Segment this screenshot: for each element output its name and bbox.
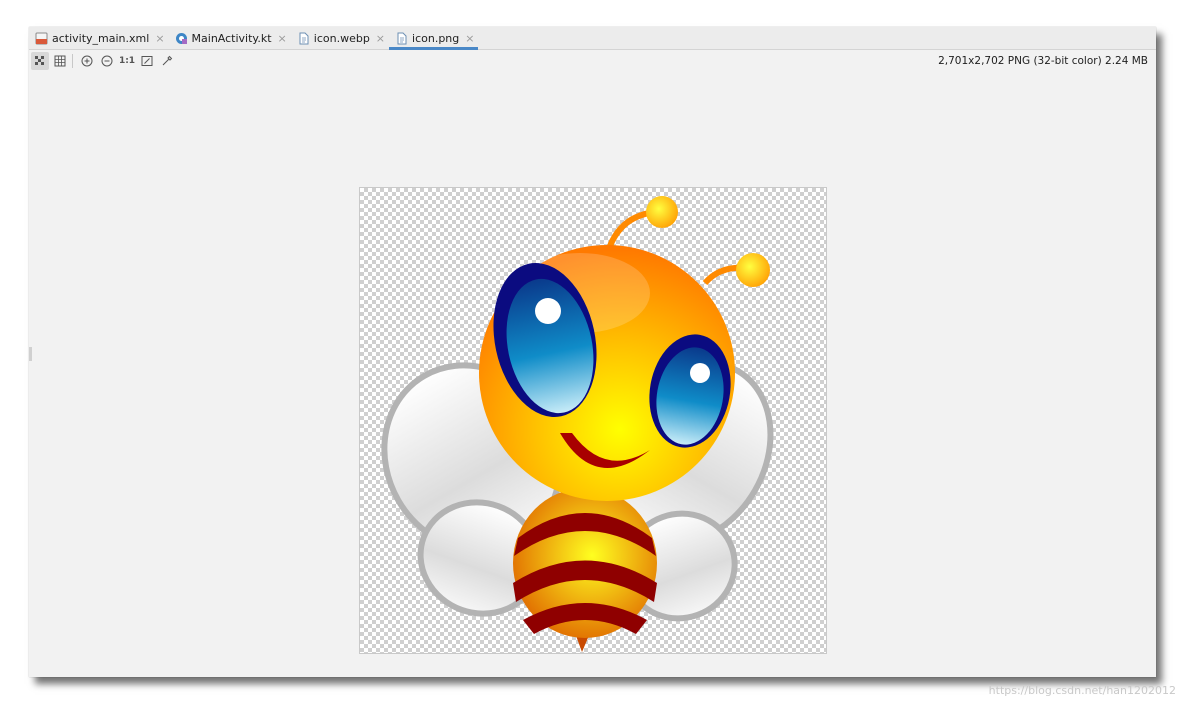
grid-toggle-button[interactable] (51, 52, 69, 70)
tab-label: icon.png (412, 31, 460, 45)
tab-label: MainActivity.kt (191, 31, 272, 45)
image-canvas (359, 187, 827, 654)
fit-window-icon (141, 56, 153, 66)
eye-glint-shape (690, 363, 710, 383)
antenna-knob-shape (736, 253, 770, 287)
close-icon[interactable]: × (465, 32, 474, 45)
image-file-icon (297, 32, 310, 45)
image-file-icon (395, 32, 408, 45)
tab-activity-main-xml[interactable]: activity_main.xml × (29, 27, 169, 49)
image-editor-window: activity_main.xml × MainActivity.kt × ic… (29, 27, 1156, 677)
zoom-in-button[interactable] (78, 52, 96, 70)
chessboard-toggle-button[interactable] (31, 52, 49, 70)
toolbar-divider (72, 54, 73, 68)
close-icon[interactable]: × (376, 32, 385, 45)
close-icon[interactable]: × (155, 32, 164, 45)
close-icon[interactable]: × (278, 32, 287, 45)
tab-mainactivity-kt[interactable]: MainActivity.kt × (169, 27, 291, 49)
zoom-out-icon (101, 55, 113, 67)
tab-icon-png[interactable]: icon.png × (389, 27, 479, 50)
actual-size-button[interactable]: 1:1 (118, 52, 136, 70)
chessboard-icon (35, 56, 44, 65)
zoom-in-icon (81, 55, 93, 67)
eyedropper-icon (162, 55, 173, 66)
image-info-label: 2,701x2,702 PNG (32-bit color) 2.24 MB (938, 55, 1148, 67)
resize-handle[interactable] (29, 347, 32, 361)
antenna-knob-shape (646, 196, 678, 228)
tab-label: icon.webp (313, 31, 370, 45)
tab-label: activity_main.xml (52, 31, 150, 45)
zoom-out-button[interactable] (98, 52, 116, 70)
xml-file-icon (35, 32, 48, 45)
color-picker-button[interactable] (158, 52, 176, 70)
editor-tab-bar: activity_main.xml × MainActivity.kt × ic… (29, 27, 1156, 50)
fit-to-window-button[interactable] (138, 52, 156, 70)
kotlin-file-icon (175, 32, 188, 45)
tab-icon-webp[interactable]: icon.webp × (291, 27, 389, 49)
eye-glint-shape (535, 298, 561, 324)
bee-image (381, 196, 774, 652)
watermark-text: https://blog.csdn.net/han1202012 (988, 684, 1176, 697)
grid-icon (54, 55, 66, 67)
